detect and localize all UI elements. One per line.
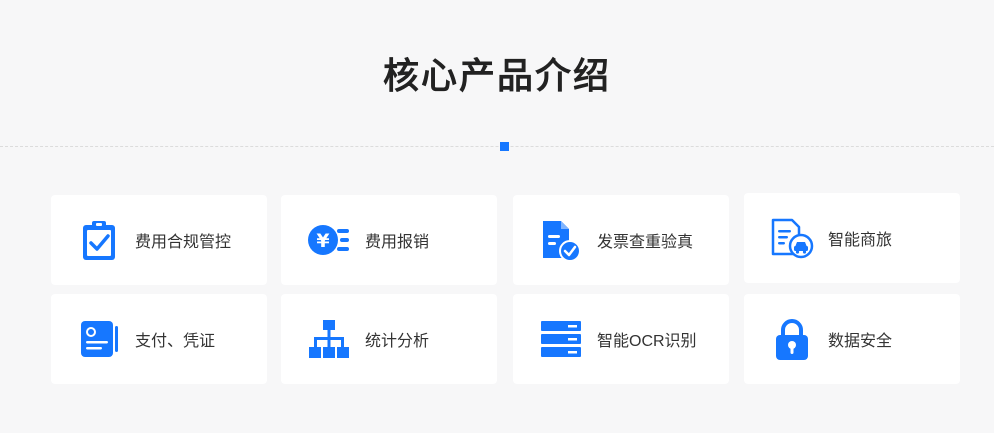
divider-dot xyxy=(500,142,509,151)
product-card-invoice-verification[interactable]: 发票查重验真 xyxy=(513,195,729,285)
product-card-statistics[interactable]: 统计分析 xyxy=(281,294,497,384)
svg-text:¥: ¥ xyxy=(316,230,329,252)
product-card-data-security[interactable]: 数据安全 xyxy=(744,294,960,384)
product-label: 发票查重验真 xyxy=(597,234,694,251)
product-card-expense-compliance[interactable]: 费用合规管控 xyxy=(51,195,267,285)
server-stack-icon xyxy=(539,317,583,361)
product-card-expense-reimbursement[interactable]: ¥ 费用报销 xyxy=(281,195,497,285)
product-card-payment-voucher[interactable]: 支付、凭证 xyxy=(51,294,267,384)
voucher-card-icon xyxy=(77,317,121,361)
product-label: 统计分析 xyxy=(365,333,430,350)
document-car-icon xyxy=(770,216,814,260)
product-label: 智能商旅 xyxy=(828,232,893,249)
org-chart-icon xyxy=(307,317,351,361)
page-title: 核心产品介绍 xyxy=(382,55,611,96)
padlock-icon xyxy=(770,317,814,361)
product-label: 数据安全 xyxy=(828,333,893,350)
product-label: 费用合规管控 xyxy=(135,234,232,251)
product-label: 智能OCR识别 xyxy=(597,333,697,350)
product-card-smart-ocr[interactable]: 智能OCR识别 xyxy=(513,294,729,384)
product-label: 费用报销 xyxy=(365,234,430,251)
product-label: 支付、凭证 xyxy=(135,333,216,350)
clipboard-check-icon xyxy=(77,218,121,262)
document-check-icon xyxy=(539,218,583,262)
section-divider xyxy=(0,146,994,147)
product-card-smart-travel[interactable]: 智能商旅 xyxy=(744,193,960,283)
yen-coin-icon: ¥ xyxy=(307,218,351,262)
